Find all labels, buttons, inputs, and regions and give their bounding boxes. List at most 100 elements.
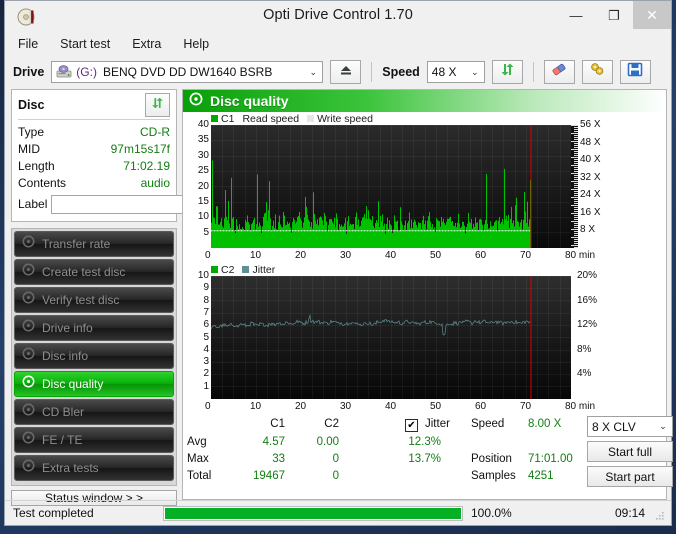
maximize-button[interactable]: ❐ (595, 1, 633, 29)
sidebar-item-fe-te[interactable]: FE / TE (14, 427, 174, 453)
start-part-button[interactable]: Start part (587, 466, 673, 487)
chevron-down-icon: ⌄ (471, 66, 479, 77)
minimize-button[interactable]: — (557, 1, 595, 29)
legend-label-c1: C1 (221, 112, 235, 125)
stats-col-c2: C2 (324, 418, 339, 430)
statistics-panel: C1 C2 Avg 4.57 0.00 12.3% Max 33 0 13.7%… (183, 416, 673, 490)
axis-tick-label: 30 (197, 149, 209, 161)
speed-label: Speed (382, 65, 420, 79)
axis-tick-label: 10 (250, 401, 262, 412)
eject-icon (338, 63, 354, 82)
menu-item-help[interactable]: Help (180, 36, 212, 52)
disc-icon (22, 263, 35, 281)
sidebar-label: Transfer rate (42, 237, 111, 251)
axis-tick-label: 5 (203, 226, 209, 238)
axis-tick-label: 4% (577, 368, 592, 380)
main-body: Disc Type CD-R MID 97m15s17f Length 71:0… (5, 89, 673, 506)
eject-button[interactable] (330, 60, 362, 84)
panel-title: Disc quality (210, 93, 289, 109)
legend-label-read-speed: Read speed (242, 112, 300, 125)
axis-tick-label: 15 (197, 195, 209, 207)
start-full-button[interactable]: Start full (587, 441, 673, 462)
disc-key-contents: Contents (18, 176, 67, 190)
drive-letter: (G:) (76, 65, 97, 79)
disc-value-type: CD-R (140, 125, 170, 139)
window-controls: — ❐ ✕ (557, 1, 671, 29)
sidebar-item-verify-test-disc[interactable]: Verify test disc (14, 287, 174, 313)
sidebar-item-extra-tests[interactable]: Extra tests (14, 455, 174, 481)
chevron-down-icon: ⌄ (309, 66, 318, 77)
stats-total-c1: 19467 (253, 470, 285, 482)
sidebar-label: Drive info (42, 321, 93, 335)
sidebar-item-transfer-rate[interactable]: Transfer rate (14, 231, 174, 257)
axis-tick-label: 8 X (580, 224, 596, 236)
axis-tick-label: 48 X (580, 136, 601, 148)
stats-row-label-total: Total (187, 470, 212, 482)
write-strategy-select[interactable]: 8 X CLV ⌄ (587, 416, 673, 437)
legend-c1: C1 (211, 113, 234, 125)
application-window: Opti Drive Control 1.70 — ❐ ✕ File Start… (4, 0, 673, 526)
sidebar-item-cd-bler[interactable]: CD Bler (14, 399, 174, 425)
axis-tick-label: 4 (203, 343, 209, 355)
bitsetting-icon (589, 62, 606, 82)
sidebar-label: Verify test disc (42, 293, 120, 307)
title-bar: Opti Drive Control 1.70 — ❐ ✕ (5, 1, 671, 33)
disc-header-label: Disc (18, 98, 45, 112)
axis-tick-label: 0 (205, 250, 211, 261)
drive-icon (56, 65, 72, 79)
chart-c2-jitter: 1 2 3 4 5 6 7 8 9 10 4% 8% 12% 16% 20% 0 10 20 30 40 50 60 7… (183, 271, 666, 416)
chart-c1: 5 10 15 20 25 30 35 40 8 X 16 X 24 X 32 X 40 X 48 X 5… (183, 120, 666, 263)
chart1-speed-ruler (571, 125, 578, 248)
drive-toolbar: Drive (G:) BENQ DVD DD DW1640 BSRB ⌄ Spe… (5, 55, 671, 89)
jitter-checkbox[interactable]: ✔ (405, 419, 418, 432)
save-button[interactable] (619, 60, 651, 84)
axis-tick-label: 60 (475, 401, 487, 412)
axis-tick-label: 16% (577, 294, 598, 306)
chart1-y-axis-left: 5 10 15 20 25 30 35 40 (183, 120, 209, 248)
axis-tick-label: 25 (197, 165, 209, 177)
axis-tick-label: 40 (197, 119, 209, 130)
menu-item-extra[interactable]: Extra (129, 36, 164, 52)
refresh-arrows-icon (150, 96, 165, 115)
axis-tick-label: 8% (577, 343, 592, 355)
legend-label-write-speed: Write speed (317, 112, 373, 125)
menu-item-start-test[interactable]: Start test (57, 36, 113, 52)
refresh-arrows-icon (499, 62, 516, 82)
resize-grip-icon[interactable] (655, 508, 665, 520)
axis-tick-label: 9 (203, 282, 209, 294)
legend-swatch-c1 (211, 115, 218, 122)
menu-item-file[interactable]: File (15, 36, 41, 52)
stats-avg-jitter: 12.3% (408, 436, 441, 448)
axis-tick-label: 50 (430, 250, 442, 261)
eraser-icon (550, 62, 568, 82)
sidebar-label: CD Bler (42, 405, 85, 419)
chart1-y-axis-right: 8 X 16 X 24 X 32 X 40 X 48 X 56 X (580, 120, 620, 248)
sidebar-item-disc-info[interactable]: Disc info (14, 343, 174, 369)
refresh-button[interactable] (491, 60, 523, 84)
sidebar-item-disc-quality[interactable]: Disc quality (14, 371, 174, 397)
legend-c2: C2 (211, 264, 234, 276)
bitsetting-button[interactable] (581, 60, 613, 84)
position-stat-label: Position (471, 453, 512, 465)
sidebar-item-create-test-disc[interactable]: Create test disc (14, 259, 174, 285)
disc-icon (22, 403, 35, 421)
axis-tick-label: 40 (385, 250, 397, 261)
disc-refresh-button[interactable] (145, 93, 170, 117)
stats-max-c1: 33 (272, 453, 285, 465)
speed-stat-value: 8.00 X (528, 418, 562, 430)
speed-select[interactable]: 48 X ⌄ (426, 61, 485, 83)
axis-tick-label: 40 X (580, 154, 601, 166)
progress-fill (165, 507, 461, 519)
stats-avg-c1: 4.57 (262, 436, 285, 448)
axis-tick-label: 32 X (580, 171, 601, 183)
disc-row-length: Length 71:02.19 (18, 158, 170, 174)
sidebar-label: Create test disc (42, 265, 126, 279)
close-button[interactable]: ✕ (633, 1, 671, 29)
sidebar-item-drive-info[interactable]: Drive info (14, 315, 174, 341)
axis-tick-label: 20% (577, 270, 598, 281)
axis-tick-label: 3 (203, 356, 209, 368)
erase-button[interactable] (543, 60, 575, 84)
drive-select[interactable]: (G:) BENQ DVD DD DW1640 BSRB ⌄ (51, 61, 324, 83)
toolbar-separator-2 (532, 62, 534, 82)
axis-tick-label: 40 (385, 401, 397, 412)
